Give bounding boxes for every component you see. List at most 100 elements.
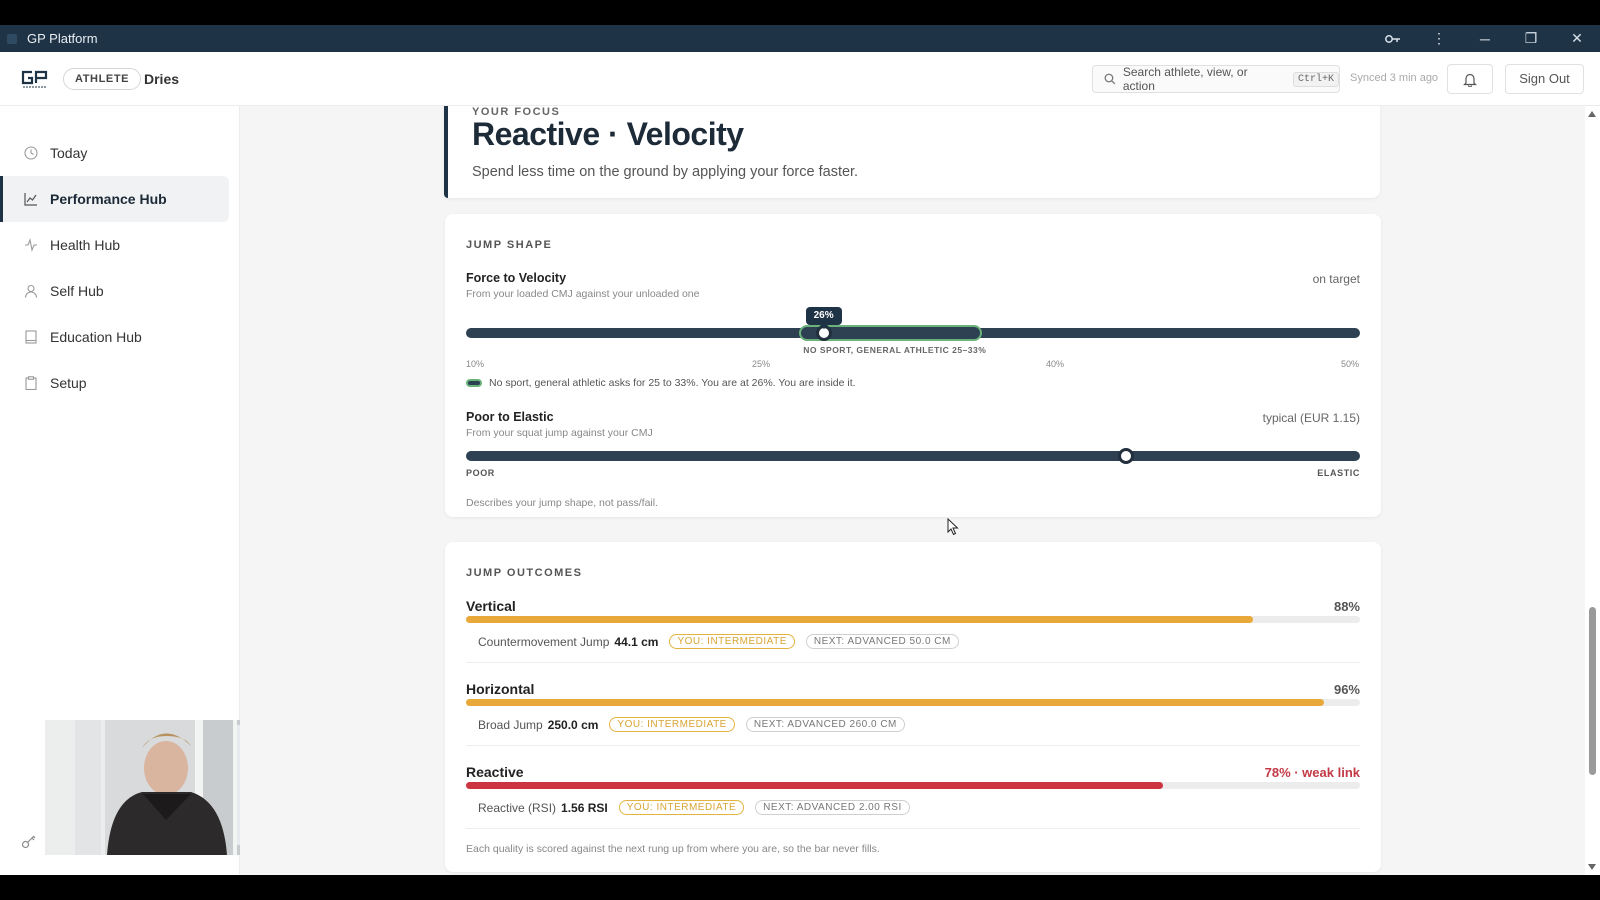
mouse-cursor	[947, 518, 959, 536]
scale-end-label: ELASTIC	[1317, 468, 1360, 478]
section-heading: JUMP SHAPE	[466, 239, 553, 251]
sidebar-item-health-hub[interactable]: Health Hub	[0, 222, 229, 268]
outcome-detail: Broad Jump 250.0 cm YOU: INTERMEDIATE NE…	[478, 717, 905, 732]
outcome-title: Reactive	[466, 764, 524, 780]
poor-elastic-track	[466, 451, 1360, 461]
metric-status: typical (EUR 1.15)	[1262, 411, 1360, 425]
range-note: No sport, general athletic asks for 25 t…	[466, 377, 856, 389]
next-level-badge: NEXT: ADVANCED 50.0 CM	[805, 634, 959, 649]
main-content: YOUR FOCUS Reactive · Velocity Spend les…	[240, 106, 1585, 875]
metric-subtitle: From your loaded CMJ against your unload…	[466, 288, 700, 300]
key-icon[interactable]	[21, 833, 37, 849]
outcome-bar-fill	[466, 699, 1325, 706]
restore-icon[interactable]: ❐	[1508, 30, 1554, 47]
metric-status: on target	[1312, 272, 1360, 286]
outcome-percent: 78% · weak link	[1264, 765, 1360, 780]
app-icon	[7, 33, 17, 44]
value-tooltip: 26%	[805, 307, 842, 329]
tick-label: 40%	[1046, 359, 1065, 369]
outcome-percent: 96%	[1333, 682, 1360, 697]
role-badge: ATHLETE	[63, 68, 142, 90]
minimize-icon[interactable]: ─	[1462, 31, 1508, 47]
password-key-icon[interactable]	[1370, 31, 1416, 47]
sign-out-button[interactable]: Sign Out	[1505, 64, 1584, 94]
sidebar-item-education-hub[interactable]: Education Hub	[0, 314, 229, 360]
tick-label: 25%	[752, 359, 771, 369]
clock-icon	[24, 146, 38, 160]
metric-title: Force to Velocity	[466, 271, 567, 285]
divider	[466, 745, 1360, 746]
search-shortcut: Ctrl+K	[1292, 71, 1339, 87]
sidebar-item-label: Education Hub	[50, 329, 142, 345]
page-title: Reactive · Velocity	[472, 116, 744, 152]
next-level-badge: NEXT: ADVANCED 260.0 CM	[745, 717, 905, 732]
search-icon	[1104, 73, 1116, 85]
app-header: ATHLETE Dries Search athlete, view, or a…	[0, 52, 1600, 106]
divider	[466, 662, 1360, 663]
sidebar-item-label: Performance Hub	[50, 191, 167, 207]
search-placeholder: Search athlete, view, or action	[1122, 65, 1248, 93]
pulse-icon	[25, 238, 37, 252]
outcome-title: Horizontal	[466, 681, 535, 697]
book-icon	[25, 330, 37, 344]
title-bar: GP Platform ⋮ ─ ❐ ✕	[0, 25, 1600, 52]
sidebar-item-label: Health Hub	[50, 237, 121, 253]
scale-end-label: POOR	[466, 468, 495, 478]
level-badge: YOU: INTERMEDIATE	[609, 717, 735, 732]
legend-chip	[466, 379, 482, 387]
next-level-badge: NEXT: ADVANCED 2.00 RSI	[755, 800, 910, 815]
outcomes-footnote: Each quality is scored against the next …	[466, 843, 880, 855]
range-note-text: No sport, general athletic asks for 25 t…	[489, 377, 856, 389]
sidebar-item-label: Self Hub	[50, 283, 104, 299]
page-subtitle: Spend less time on the ground by applyin…	[472, 164, 859, 180]
outcome-bar	[466, 782, 1360, 789]
scrollbar[interactable]	[1585, 106, 1600, 875]
clipboard-icon	[25, 376, 37, 390]
outcome-detail: Reactive (RSI) 1.56 RSI YOU: INTERMEDIAT…	[478, 800, 910, 815]
metric-subtitle: From your squat jump against your CMJ	[466, 427, 653, 439]
scroll-up-arrow[interactable]	[1588, 111, 1596, 117]
level-badge: YOU: INTERMEDIATE	[618, 800, 745, 815]
sidebar-item-self-hub[interactable]: Self Hub	[0, 268, 229, 314]
test-value: 44.1 cm	[614, 634, 659, 649]
notifications-button[interactable]	[1447, 64, 1493, 94]
sidebar-item-label: Today	[50, 145, 88, 161]
window-title: GP Platform	[27, 31, 98, 46]
outcome-percent: 88%	[1333, 599, 1360, 614]
chart-line-icon	[24, 193, 37, 206]
tick-label: 10%	[466, 359, 485, 369]
sidebar-item-label: Setup	[50, 375, 87, 391]
test-name: Countermovement Jump	[478, 634, 610, 649]
test-value: 250.0 cm	[547, 717, 599, 732]
jump-shape-card: JUMP SHAPE Force to Velocity From your l…	[445, 214, 1381, 517]
poor-elastic-marker[interactable]	[1117, 448, 1134, 464]
outcome-bar	[466, 699, 1360, 706]
scroll-thumb[interactable]	[1589, 607, 1596, 775]
test-name: Broad Jump	[478, 717, 543, 732]
more-vertical-icon[interactable]: ⋮	[1416, 30, 1462, 47]
person-icon	[24, 284, 38, 298]
close-icon[interactable]: ✕	[1554, 30, 1600, 47]
app-window: GP Platform ⋮ ─ ❐ ✕ ATHLETE Dries Search…	[0, 0, 1600, 900]
sidebar-item-today[interactable]: Today	[0, 130, 229, 176]
sidebar-item-performance-hub[interactable]: Performance Hub	[0, 176, 229, 222]
outcome-bar	[466, 616, 1360, 623]
outcome-bar-fill	[466, 782, 1164, 789]
jump-outcomes-card: JUMP OUTCOMES Vertical 88% Countermoveme…	[445, 542, 1381, 872]
gp-logo[interactable]	[20, 69, 50, 89]
shape-footnote: Describes your jump shape, not pass/fail…	[466, 497, 659, 509]
focus-card: YOUR FOCUS Reactive · Velocity Spend les…	[444, 106, 1380, 198]
metric-title: Poor to Elastic	[466, 410, 554, 424]
tick-label: 50%	[1341, 359, 1360, 369]
scroll-down-arrow[interactable]	[1588, 864, 1596, 870]
test-value: 1.56 RSI	[561, 800, 608, 815]
test-name: Reactive (RSI)	[478, 800, 557, 815]
outcome-title: Vertical	[466, 598, 516, 614]
sync-status: Synced 3 min ago	[1350, 72, 1439, 84]
section-heading: JUMP OUTCOMES	[466, 567, 583, 579]
search-input[interactable]: Search athlete, view, or action Ctrl+K	[1092, 65, 1340, 93]
sidebar-item-setup[interactable]: Setup	[0, 360, 229, 406]
bell-icon	[1463, 73, 1477, 87]
divider	[466, 828, 1360, 829]
target-range-label: NO SPORT, GENERAL ATHLETIC 25–33%	[803, 345, 987, 355]
